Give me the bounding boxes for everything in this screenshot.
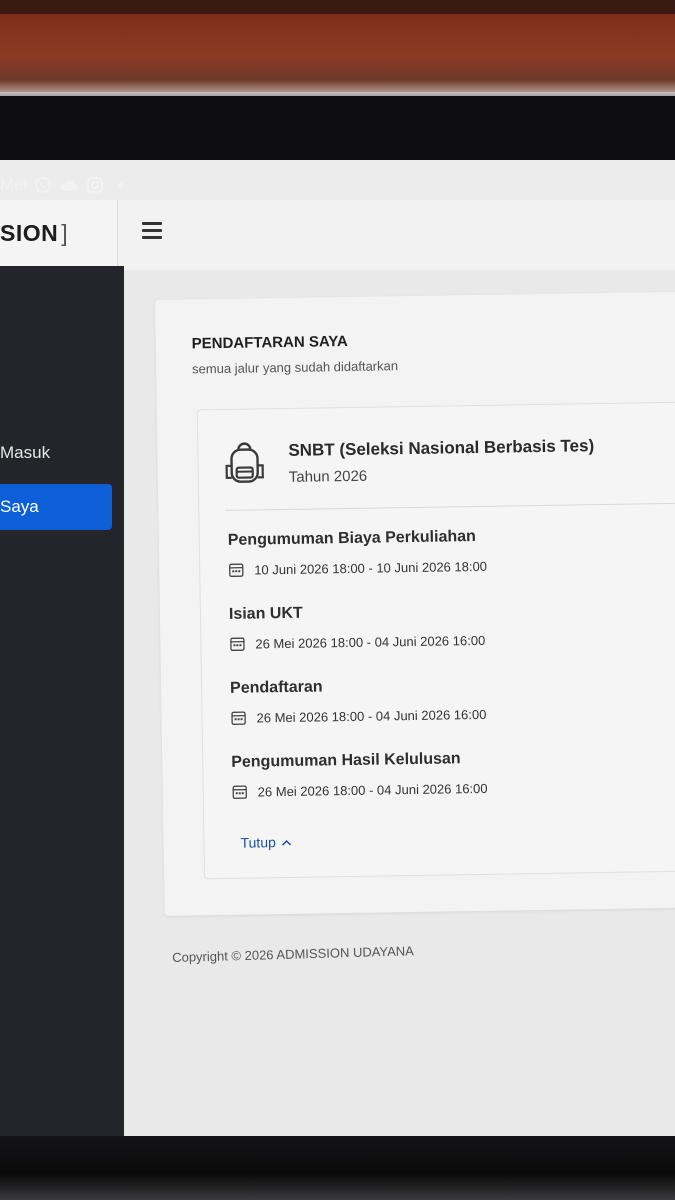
sidebar-item-saya[interactable]: Saya [0, 484, 112, 530]
cloud-icon [59, 175, 79, 195]
photo-shelf [0, 0, 675, 14]
sidebar-item-label: Saya [0, 497, 39, 516]
whatsapp-icon [33, 175, 53, 195]
status-date-text: Mei [0, 175, 28, 194]
card-title: PENDAFTARAN SAYA [191, 332, 348, 353]
schedule-item: Isian UKT 26 Mei 2026 18:00 - 04 Juni 20… [229, 602, 486, 652]
calendar-icon [228, 562, 244, 578]
admission-path-card: SNBT (Seleksi Nasional Berbasis Tes) Tah… [196, 401, 675, 880]
instagram-icon [85, 175, 105, 195]
schedule-item-title: Pengumuman Hasil Kelulusan [231, 750, 461, 771]
registration-card: PENDAFTARAN SAYA semua jalur yang sudah … [155, 291, 675, 916]
brand-text: SION [0, 219, 59, 246]
schedule-item-date-row: 26 Mei 2026 18:00 - 04 Juni 2026 16:00 [230, 706, 487, 726]
divider [225, 502, 675, 511]
chevron-up-icon [282, 834, 292, 850]
schedule-item-title: Pengumuman Biaya Perkuliahan [227, 527, 476, 549]
sidebar-item-masuk[interactable]: Masuk [0, 430, 112, 476]
schedule-item-title: Pendaftaran [229, 678, 323, 697]
backpack-icon [224, 441, 265, 486]
schedule-item-date: 10 Juni 2026 18:00 - 10 Juni 2026 18:00 [254, 558, 488, 577]
sidebar: Masuk Saya [0, 266, 124, 1136]
schedule-item-date-row: 10 Juni 2026 18:00 - 10 Juni 2026 18:00 [228, 558, 487, 578]
brand-bracket: ] [61, 219, 69, 246]
path-year: Tahun 2026 [288, 467, 368, 486]
device-bezel-bottom [0, 1136, 675, 1200]
status-bar: Mei [0, 168, 200, 202]
schedule-item-title: Isian UKT [228, 604, 303, 623]
collapse-toggle-label: Tutup [240, 834, 276, 851]
schedule-item-date-row: 26 Mei 2026 18:00 - 04 Juni 2026 16:00 [232, 780, 488, 800]
schedule-item-date: 26 Mei 2026 18:00 - 04 Juni 2026 16:00 [257, 780, 488, 799]
path-name: SNBT (Seleksi Nasional Berbasis Tes) [288, 436, 595, 460]
schedule-item: Pengumuman Biaya Perkuliahan 10 Juni 202… [228, 528, 487, 578]
photo-background [0, 0, 675, 100]
schedule-item-date-row: 26 Mei 2026 18:00 - 04 Juni 2026 16:00 [229, 632, 485, 652]
schedule-item-date: 26 Mei 2026 18:00 - 04 Juni 2026 16:00 [256, 706, 487, 725]
calendar-icon [229, 636, 245, 652]
top-navbar [118, 200, 675, 271]
calendar-icon [232, 784, 248, 800]
schedule-item: Pendaftaran 26 Mei 2026 18:00 - 04 Juni … [230, 676, 487, 726]
card-subtitle: semua jalur yang sudah didaftarkan [191, 358, 399, 377]
brand-logo: SION ] [0, 200, 118, 266]
schedule-item: Pengumuman Hasil Kelulusan 26 Mei 2026 1… [231, 750, 488, 800]
dot-icon [111, 175, 131, 195]
collapse-toggle-link[interactable]: Tutup [240, 834, 292, 851]
sidebar-item-label: Masuk [0, 443, 51, 462]
hamburger-menu-icon[interactable] [142, 222, 162, 240]
calendar-icon [230, 710, 246, 726]
schedule-item-date: 26 Mei 2026 18:00 - 04 Juni 2026 16:00 [255, 632, 486, 651]
